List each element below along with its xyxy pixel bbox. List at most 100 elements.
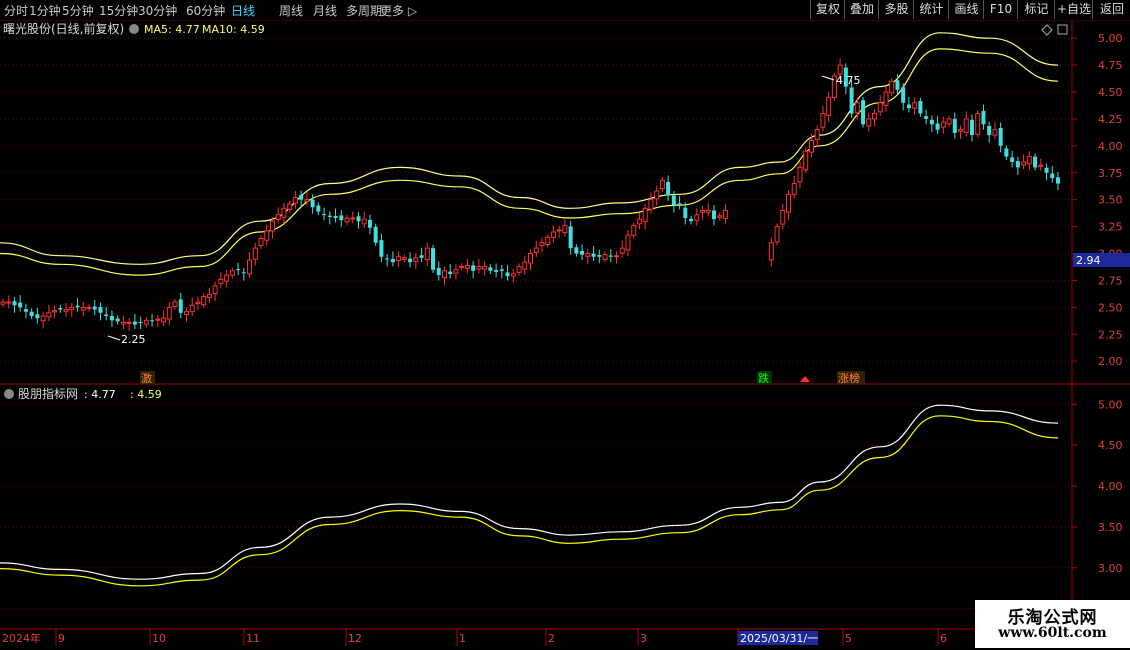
toolbar-button-7[interactable]: +自选: [1054, 0, 1093, 19]
panel-collapse-icon[interactable]: [129, 24, 139, 34]
candle-body-157: [901, 87, 906, 103]
candle-body-1: [6, 301, 12, 304]
candle-body-109: [625, 234, 631, 251]
upper-ytick-label-6: 3.50: [1098, 194, 1123, 207]
candle-body-116: [666, 182, 671, 196]
lower-collapse-icon[interactable]: [4, 389, 14, 399]
toolbar-button-6[interactable]: 标记: [1017, 0, 1055, 19]
candle-body-98: [562, 225, 568, 233]
candle-body-89: [510, 273, 516, 277]
candle-body-3: [18, 302, 23, 308]
candle-body-29: [166, 306, 172, 320]
candle-body-87: [499, 269, 504, 271]
x-label-2: 10: [152, 632, 166, 645]
candle-body-28: [161, 317, 167, 323]
candle-body-99: [568, 226, 573, 249]
period-tab-2[interactable]: 5分钟: [62, 2, 94, 19]
toolbar-button-8[interactable]: 返回: [1092, 0, 1130, 19]
period-tab-3[interactable]: 15分钟: [99, 2, 138, 19]
candle-body-166: [952, 118, 957, 133]
candle-body-15: [86, 306, 92, 309]
candle-body-57: [327, 215, 332, 217]
up-triangle-icon: [800, 376, 810, 382]
candle-body-111: [636, 218, 642, 225]
candle-body-183: [1050, 173, 1055, 179]
candle-body-126: [722, 209, 728, 219]
candle-body-156: [895, 80, 900, 90]
period-tab-9[interactable]: 多周期: [346, 2, 382, 19]
upper-ytick-label-1: 2.25: [1098, 328, 1123, 341]
candle-body-168: [963, 118, 969, 133]
candle-body-93: [533, 247, 539, 254]
period-tab-6[interactable]: 日线: [231, 2, 255, 19]
upper-ytick-label-10: 4.50: [1098, 86, 1123, 99]
upper-ytick-label-5: 3.25: [1098, 221, 1123, 234]
period-tab-0[interactable]: 分时: [4, 2, 28, 19]
period-tab-10[interactable]: 更多 ▷: [380, 2, 417, 19]
candle-body-95: [545, 236, 551, 245]
candle-body-43: [247, 259, 253, 275]
candle-body-76: [436, 267, 441, 276]
candle-body-170: [975, 113, 981, 135]
candle-body-77: [441, 270, 447, 279]
high-price-marker: 4.75: [836, 74, 861, 87]
upper-ytick-label-9: 4.25: [1098, 113, 1123, 126]
candle-body-4: [23, 309, 28, 312]
toolbar-button-5[interactable]: F10: [983, 0, 1018, 19]
candle-body-88: [505, 272, 510, 277]
period-tab-7[interactable]: 周线: [279, 2, 303, 19]
toolbar-button-2[interactable]: 多股: [878, 0, 914, 19]
event-tag-0: 激: [141, 371, 152, 385]
candle-body-158: [906, 104, 911, 109]
period-tab-5[interactable]: 60分钟: [186, 2, 225, 19]
candle-body-41: [236, 269, 241, 271]
candle-body-48: [275, 214, 281, 221]
candle-body-5: [29, 311, 34, 316]
period-tab-8[interactable]: 月线: [313, 2, 337, 19]
candle-body-113: [648, 199, 654, 210]
candle-body-62: [356, 216, 361, 222]
candle-body-173: [992, 129, 998, 136]
candle-body-70: [401, 257, 407, 260]
candle-body-51: [292, 197, 298, 204]
candle-body-82: [471, 265, 476, 271]
toolbar-button-1[interactable]: 叠加: [844, 0, 879, 19]
x-label-6: 2: [548, 632, 555, 645]
candle-body-143: [820, 113, 826, 128]
kline-chart-canvas[interactable]: 2.00 2.25 2.50 2.75 3.00 3.25 3.50 3.75 4.00 4.25…: [0, 0, 1130, 650]
candle-body-74: [424, 247, 430, 261]
watermark-logo: 乐淘公式网 www.60lt.com: [975, 600, 1130, 648]
candle-body-155: [889, 80, 895, 94]
candle-body-72: [413, 257, 419, 262]
candle-body-152: [872, 113, 878, 120]
candle-body-136: [780, 209, 786, 225]
x-label-9: 5: [845, 632, 852, 645]
candle-body-8: [46, 312, 52, 318]
candle-body-182: [1044, 167, 1049, 173]
candle-body-44: [252, 247, 258, 260]
candle-body-134: [768, 242, 774, 261]
candle-body-42: [241, 272, 246, 274]
candle-body-100: [574, 247, 579, 254]
diamond-icon[interactable]: [1041, 24, 1053, 36]
candle-body-175: [1004, 148, 1009, 157]
candle-body-69: [396, 256, 402, 261]
candle-body-10: [58, 308, 63, 310]
period-tab-1[interactable]: 1分钟: [29, 2, 61, 19]
candle-body-180: [1033, 156, 1038, 168]
candle-body-50: [287, 203, 293, 210]
candle-body-30: [172, 301, 178, 308]
toolbar-button-3[interactable]: 统计: [913, 0, 949, 19]
candle-body-21: [120, 321, 126, 325]
candle-body-63: [361, 218, 367, 225]
candle-body-104: [597, 255, 602, 257]
candle-body-46: [264, 230, 270, 241]
square-icon[interactable]: [1057, 24, 1068, 35]
candle-body-17: [98, 306, 103, 313]
toolbar-button-0[interactable]: 复权: [810, 0, 845, 19]
candle-body-150: [861, 100, 866, 125]
x-label-4: 12: [348, 632, 362, 645]
toolbar-button-4[interactable]: 画线: [948, 0, 984, 19]
period-tab-4[interactable]: 30分钟: [138, 2, 177, 19]
candle-body-6: [35, 314, 40, 319]
